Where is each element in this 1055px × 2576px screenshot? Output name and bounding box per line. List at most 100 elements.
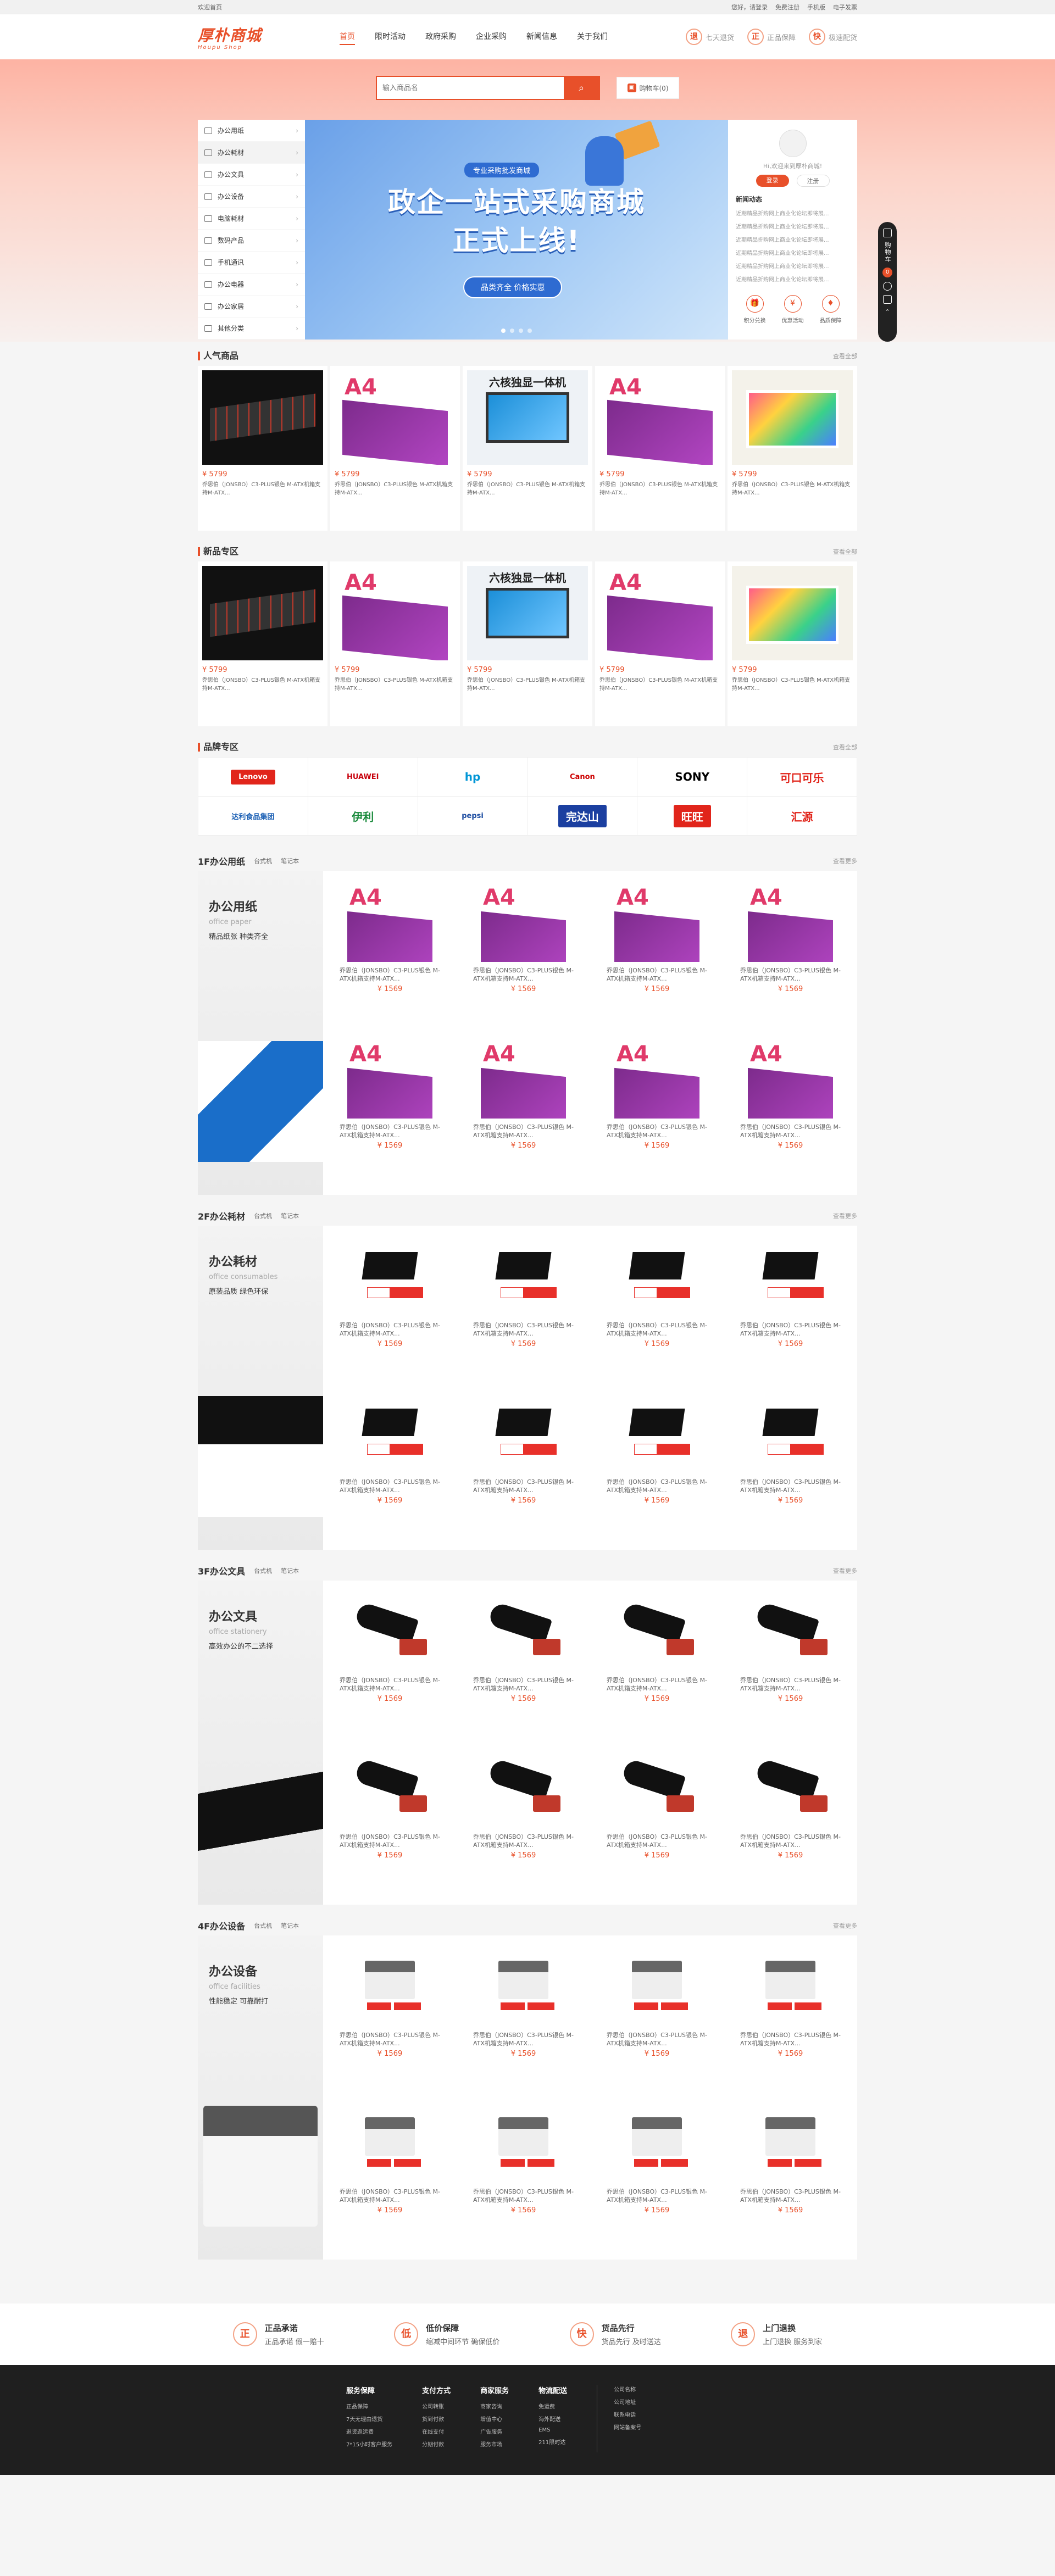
footer-link[interactable]: 退货返运费 — [346, 2427, 392, 2435]
product-name[interactable]: 乔思伯（JONSBO）C3-PLUS银色 M-ATX机箱支持M-ATX... — [740, 966, 841, 983]
brand-logo[interactable]: 伊利 — [308, 797, 418, 835]
product-name[interactable]: 乔思伯（JONSBO）C3-PLUS银色 M-ATX机箱支持M-ATX... — [740, 1123, 841, 1139]
product-name[interactable]: 乔思伯（JONSBO）C3-PLUS银色 M-ATX机箱支持M-ATX... — [607, 1676, 707, 1693]
product-card[interactable]: 乔思伯（JONSBO）C3-PLUS银色 M-ATX机箱支持M-ATX... ¥ … — [457, 1743, 590, 1899]
product-card[interactable]: 乔思伯（JONSBO）C3-PLUS银色 M-ATX机箱支持M-ATX... ¥ … — [590, 876, 724, 1033]
product-card[interactable]: ¥ 5799 乔思伯（JONSBO）C3-PLUS银色 M-ATX机箱支持M-AT… — [595, 561, 725, 726]
floor-tab[interactable]: 台式机 — [254, 856, 272, 865]
floor-banner[interactable]: 办公文具 office stationery 高效办公的不二选择 — [198, 1581, 323, 1905]
nav-item[interactable]: 限时活动 — [365, 14, 415, 59]
floor-tab[interactable]: 台式机 — [254, 1566, 272, 1575]
view-all-link[interactable]: 查看全部 — [833, 547, 857, 556]
product-image[interactable] — [473, 2102, 574, 2183]
brand-logo[interactable]: 汇源 — [747, 797, 857, 835]
floor-banner[interactable]: 办公设备 office facilities 性能稳定 可靠耐打 — [198, 1935, 323, 2260]
product-name[interactable]: 乔思伯（JONSBO）C3-PLUS银色 M-ATX机箱支持M-ATX... — [473, 2031, 574, 2048]
footer-link[interactable]: 在线支付 — [422, 2427, 451, 2435]
product-image[interactable] — [473, 1747, 574, 1828]
product-name[interactable]: 乔思伯（JONSBO）C3-PLUS银色 M-ATX机箱支持M-ATX... — [202, 676, 323, 693]
brand-logo[interactable]: 达利食品集团 — [198, 797, 308, 835]
footer-link[interactable]: 公司转账 — [422, 2402, 451, 2410]
product-image[interactable] — [473, 1590, 574, 1672]
product-image[interactable] — [740, 1037, 841, 1119]
product-image[interactable] — [473, 1945, 574, 2027]
carousel-dot[interactable] — [519, 329, 523, 333]
product-name[interactable]: 乔思伯（JONSBO）C3-PLUS银色 M-ATX机箱支持M-ATX... — [740, 2188, 841, 2204]
product-card[interactable]: ¥ 5799 乔思伯（JONSBO）C3-PLUS银色 M-ATX机箱支持M-AT… — [198, 561, 327, 726]
top-link[interactable]: 手机版 — [807, 3, 825, 12]
nav-item[interactable]: 企业采购 — [466, 14, 517, 59]
register-button[interactable]: 注册 — [796, 175, 830, 187]
nav-item[interactable]: 关于我们 — [567, 14, 618, 59]
product-name[interactable]: 乔思伯（JONSBO）C3-PLUS银色 M-ATX机箱支持M-ATX... — [607, 966, 707, 983]
product-card[interactable]: 乔思伯（JONSBO）C3-PLUS银色 M-ATX机箱支持M-ATX... ¥ … — [457, 876, 590, 1033]
product-name[interactable]: 乔思伯（JONSBO）C3-PLUS银色 M-ATX机箱支持M-ATX... — [740, 1478, 841, 1494]
news-item[interactable]: 近期精品折购网上商业化论坛即将展... — [736, 209, 849, 217]
brand-logo[interactable]: hp — [418, 758, 528, 796]
product-image[interactable] — [335, 370, 456, 465]
product-image[interactable] — [340, 1037, 440, 1119]
product-image[interactable] — [607, 1590, 707, 1672]
product-name[interactable]: 乔思伯（JONSBO）C3-PLUS银色 M-ATX机箱支持M-ATX... — [473, 1833, 574, 1849]
sidebar-cart-label[interactable]: 购物车 — [883, 242, 892, 263]
product-card[interactable]: 乔思伯（JONSBO）C3-PLUS银色 M-ATX机箱支持M-ATX... ¥ … — [590, 1033, 724, 1189]
floor-tab[interactable]: 笔记本 — [281, 1211, 299, 1220]
footer-link[interactable]: 商家咨询 — [480, 2402, 509, 2410]
footer-link[interactable]: 免运费 — [538, 2402, 567, 2410]
product-name[interactable]: 乔思伯（JONSBO）C3-PLUS银色 M-ATX机箱支持M-ATX... — [340, 1123, 440, 1139]
brand-logo[interactable]: 旺旺 — [637, 797, 747, 835]
news-item[interactable]: 近期精品折购网上商业化论坛即将展... — [736, 275, 849, 283]
product-image[interactable] — [607, 1236, 707, 1317]
product-card[interactable]: 乔思伯（JONSBO）C3-PLUS银色 M-ATX机箱支持M-ATX... ¥ … — [457, 1586, 590, 1743]
product-name[interactable]: 乔思伯（JONSBO）C3-PLUS银色 M-ATX机箱支持M-ATX... — [607, 1123, 707, 1139]
product-name[interactable]: 乔思伯（JONSBO）C3-PLUS银色 M-ATX机箱支持M-ATX... — [607, 1321, 707, 1338]
product-image[interactable] — [740, 1236, 841, 1317]
category-item[interactable]: 办公用纸 › — [198, 120, 305, 142]
news-item[interactable]: 近期精品折购网上商业化论坛即将展... — [736, 235, 849, 243]
floor-tab[interactable]: 台式机 — [254, 1211, 272, 1220]
product-image[interactable] — [740, 881, 841, 962]
product-card[interactable]: 乔思伯（JONSBO）C3-PLUS银色 M-ATX机箱支持M-ATX... ¥ … — [590, 1586, 724, 1743]
product-name[interactable]: 乔思伯（JONSBO）C3-PLUS银色 M-ATX机箱支持M-ATX... — [607, 2031, 707, 2048]
product-image[interactable] — [340, 1392, 440, 1473]
category-item[interactable]: 办公电器 › — [198, 274, 305, 296]
product-image[interactable] — [599, 370, 720, 465]
product-card[interactable]: ¥ 5799 乔思伯（JONSBO）C3-PLUS银色 M-ATX机箱支持M-AT… — [728, 366, 857, 531]
category-item[interactable]: 其他分类 › — [198, 318, 305, 340]
footer-link[interactable]: 7*15小时客户服务 — [346, 2440, 392, 2448]
news-item[interactable]: 近期精品折购网上商业化论坛即将展... — [736, 248, 849, 257]
product-image[interactable] — [607, 2102, 707, 2183]
product-card[interactable]: 乔思伯（JONSBO）C3-PLUS银色 M-ATX机箱支持M-ATX... ¥ … — [590, 1941, 724, 2097]
brand-logo[interactable]: pepsi — [418, 797, 528, 835]
product-name[interactable]: 乔思伯（JONSBO）C3-PLUS银色 M-ATX机箱支持M-ATX... — [340, 966, 440, 983]
product-image[interactable] — [340, 1236, 440, 1317]
product-image[interactable] — [340, 1945, 440, 2027]
product-card[interactable]: ¥ 5799 乔思伯（JONSBO）C3-PLUS银色 M-ATX机箱支持M-AT… — [728, 561, 857, 726]
product-card[interactable]: 乔思伯（JONSBO）C3-PLUS银色 M-ATX机箱支持M-ATX... ¥ … — [323, 2097, 457, 2254]
product-card[interactable]: 乔思伯（JONSBO）C3-PLUS银色 M-ATX机箱支持M-ATX... ¥ … — [724, 2097, 857, 2254]
news-item[interactable]: 近期精品折购网上商业化论坛即将展... — [736, 262, 849, 270]
product-card[interactable]: 乔思伯（JONSBO）C3-PLUS银色 M-ATX机箱支持M-ATX... ¥ … — [323, 876, 457, 1033]
product-name[interactable]: 乔思伯（JONSBO）C3-PLUS银色 M-ATX机箱支持M-ATX... — [202, 481, 323, 497]
product-name[interactable]: 乔思伯（JONSBO）C3-PLUS银色 M-ATX机箱支持M-ATX... — [340, 2031, 440, 2048]
banner-pill[interactable]: 品类齐全 价格实惠 — [463, 276, 563, 298]
product-name[interactable]: 乔思伯（JONSBO）C3-PLUS银色 M-ATX机箱支持M-ATX... — [740, 1321, 841, 1338]
footer-link[interactable]: 货到付款 — [422, 2414, 451, 2423]
carousel-dot[interactable] — [528, 329, 532, 333]
product-card[interactable]: 六核独显一体机 ¥ 5799 乔思伯（JONSBO）C3-PLUS银色 M-ATX机… — [463, 366, 592, 531]
product-card[interactable]: 乔思伯（JONSBO）C3-PLUS银色 M-ATX机箱支持M-ATX... ¥ … — [724, 876, 857, 1033]
product-name[interactable]: 乔思伯（JONSBO）C3-PLUS银色 M-ATX机箱支持M-ATX... — [473, 1123, 574, 1139]
product-name[interactable]: 乔思伯（JONSBO）C3-PLUS银色 M-ATX机箱支持M-ATX... — [335, 481, 456, 497]
product-image[interactable] — [473, 1392, 574, 1473]
product-card[interactable]: ¥ 5799 乔思伯（JONSBO）C3-PLUS银色 M-ATX机箱支持M-AT… — [330, 366, 460, 531]
product-name[interactable]: 乔思伯（JONSBO）C3-PLUS银色 M-ATX机箱支持M-ATX... — [740, 2031, 841, 2048]
footer-link[interactable]: 海外配送 — [538, 2414, 567, 2423]
footer-link[interactable]: 广告服务 — [480, 2427, 509, 2435]
view-more-link[interactable]: 查看更多 — [833, 856, 857, 865]
cart-button[interactable]: ▣ 购物车(0) — [617, 77, 679, 99]
user-icon[interactable] — [883, 282, 892, 291]
product-card[interactable]: ¥ 5799 乔思伯（JONSBO）C3-PLUS银色 M-ATX机箱支持M-AT… — [198, 366, 327, 531]
product-name[interactable]: 乔思伯（JONSBO）C3-PLUS银色 M-ATX机箱支持M-ATX... — [467, 676, 588, 693]
top-link[interactable]: 免费注册 — [775, 3, 799, 12]
product-image[interactable] — [732, 370, 853, 465]
